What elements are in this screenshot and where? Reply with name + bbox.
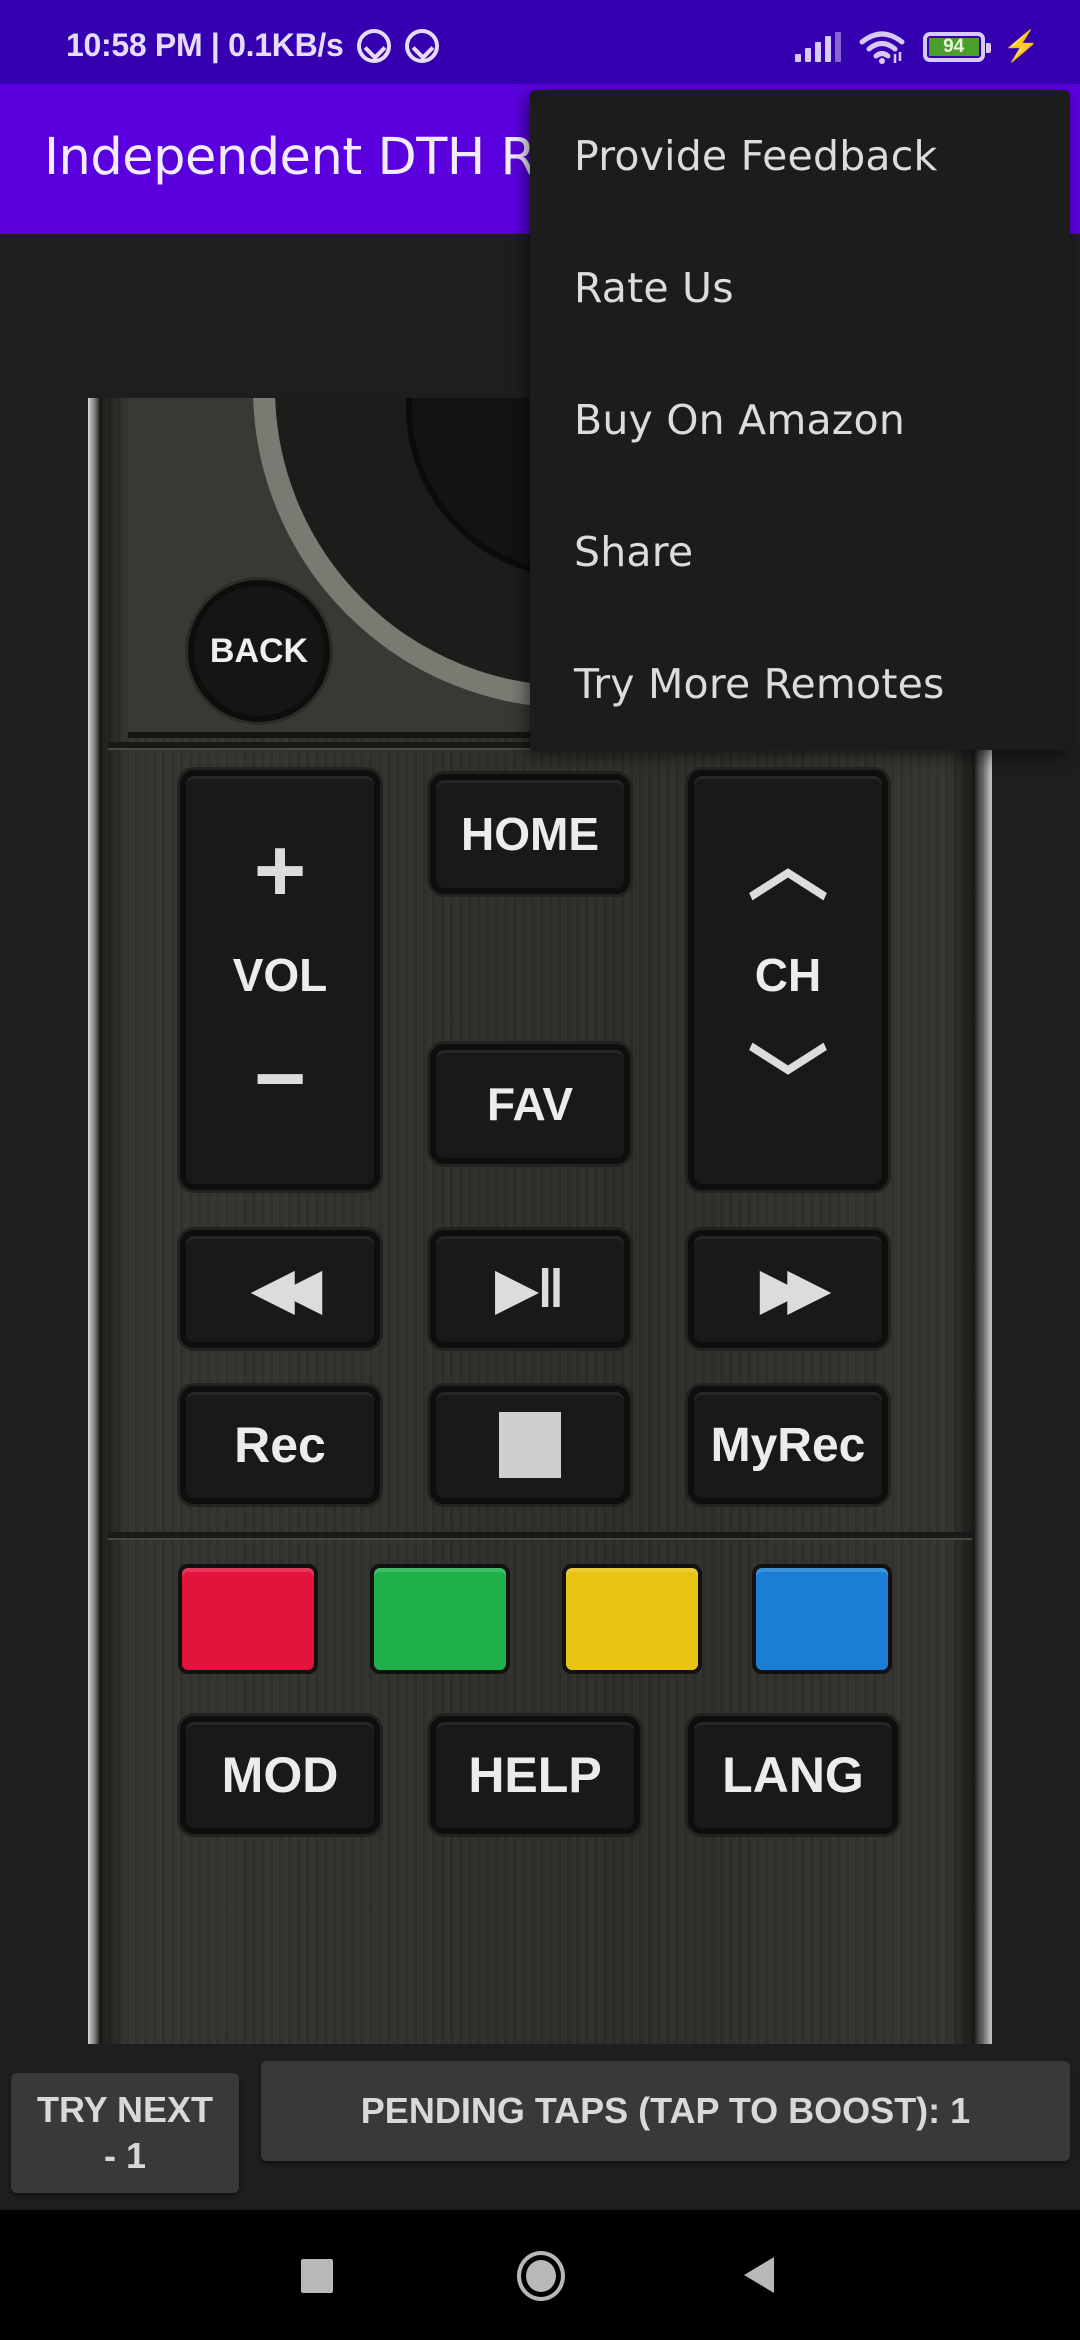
- home-icon[interactable]: [517, 2251, 565, 2301]
- rewind-icon: ◀◀: [252, 1259, 321, 1319]
- lang-label: LANG: [722, 1747, 864, 1803]
- pending-taps-label: PENDING TAPS (TAP TO BOOST): 1: [360, 2090, 971, 2131]
- ch-label: CH: [754, 949, 822, 1001]
- remote-channel-rocker[interactable]: ︿ CH ﹀: [688, 770, 888, 1190]
- remote-back-button[interactable]: BACK: [188, 580, 330, 722]
- remote-green-button[interactable]: [370, 1564, 510, 1674]
- rec-label: Rec: [234, 1417, 326, 1473]
- battery-level: 94: [928, 37, 979, 56]
- recents-icon[interactable]: [301, 2259, 333, 2293]
- q-app-icon: [405, 28, 440, 63]
- remote-lang-button[interactable]: LANG: [688, 1716, 898, 1834]
- mod-label: MOD: [221, 1747, 339, 1803]
- screen: 10:58 PM | 0.1KB/s 94 ⚡ Independent DTH …: [0, 0, 1080, 2340]
- overflow-menu: Provide Feedback Rate Us Buy On Amazon S…: [530, 90, 1070, 750]
- menu-item-buy-on-amazon[interactable]: Buy On Amazon: [530, 354, 1070, 486]
- cell-signal-icon: [794, 32, 841, 62]
- remote-myrec-button[interactable]: MyRec: [688, 1386, 888, 1504]
- ch-up-button[interactable]: ︿: [748, 826, 828, 906]
- menu-item-try-more-remotes[interactable]: Try More Remotes: [530, 618, 1070, 750]
- divider: [108, 1532, 972, 1538]
- remote-blue-button[interactable]: [752, 1564, 892, 1674]
- vol-label: VOL: [232, 949, 328, 1001]
- ch-down-button[interactable]: ﹀: [748, 1044, 828, 1124]
- remote-help-button[interactable]: HELP: [430, 1716, 640, 1834]
- wifi-icon: [859, 31, 905, 64]
- charging-icon: ⚡: [1002, 30, 1040, 63]
- fav-label: FAV: [486, 1078, 574, 1130]
- menu-item-provide-feedback[interactable]: Provide Feedback: [530, 90, 1070, 222]
- menu-item-rate-us[interactable]: Rate Us: [530, 222, 1070, 354]
- help-label: HELP: [468, 1747, 602, 1803]
- q-app-icon: [357, 28, 392, 63]
- remote-fast-forward-button[interactable]: ▶▶: [688, 1230, 888, 1348]
- stop-icon: [499, 1412, 561, 1478]
- remote-rewind-button[interactable]: ◀◀: [180, 1230, 380, 1348]
- remote-volume-rocker[interactable]: + VOL −: [180, 770, 380, 1190]
- remote-stop-button[interactable]: [430, 1386, 630, 1504]
- try-next-count: - 1: [103, 2135, 146, 2176]
- vol-up-button[interactable]: +: [254, 826, 307, 916]
- status-left: 10:58 PM | 0.1KB/s: [66, 27, 440, 64]
- remote-mod-button[interactable]: MOD: [180, 1716, 380, 1834]
- back-icon[interactable]: [744, 2257, 774, 2293]
- try-next-button[interactable]: TRY NEXT - 1: [11, 2073, 239, 2193]
- play-pause-icon: ▶‖: [495, 1259, 565, 1319]
- status-time-speed: 10:58 PM | 0.1KB/s: [66, 27, 344, 63]
- myrec-label: MyRec: [710, 1418, 866, 1472]
- remote-yellow-button[interactable]: [562, 1564, 702, 1674]
- remote-play-pause-button[interactable]: ▶‖: [430, 1230, 630, 1348]
- remote-fav-button[interactable]: FAV: [430, 1044, 630, 1164]
- home-label: HOME: [461, 808, 599, 860]
- remote-red-button[interactable]: [178, 1564, 318, 1674]
- menu-item-share[interactable]: Share: [530, 486, 1070, 618]
- remote-home-button[interactable]: HOME: [430, 774, 630, 894]
- try-next-label: TRY NEXT: [36, 2089, 214, 2130]
- fast-forward-icon: ▶▶: [760, 1259, 829, 1319]
- vol-down-button[interactable]: −: [254, 1034, 307, 1124]
- battery-icon: 94: [922, 32, 991, 62]
- remote-rec-button[interactable]: Rec: [180, 1386, 380, 1504]
- status-bar: 10:58 PM | 0.1KB/s 94 ⚡: [0, 0, 1080, 84]
- status-right: 94 ⚡: [794, 30, 1040, 64]
- pending-taps-button[interactable]: PENDING TAPS (TAP TO BOOST): 1: [261, 2061, 1070, 2161]
